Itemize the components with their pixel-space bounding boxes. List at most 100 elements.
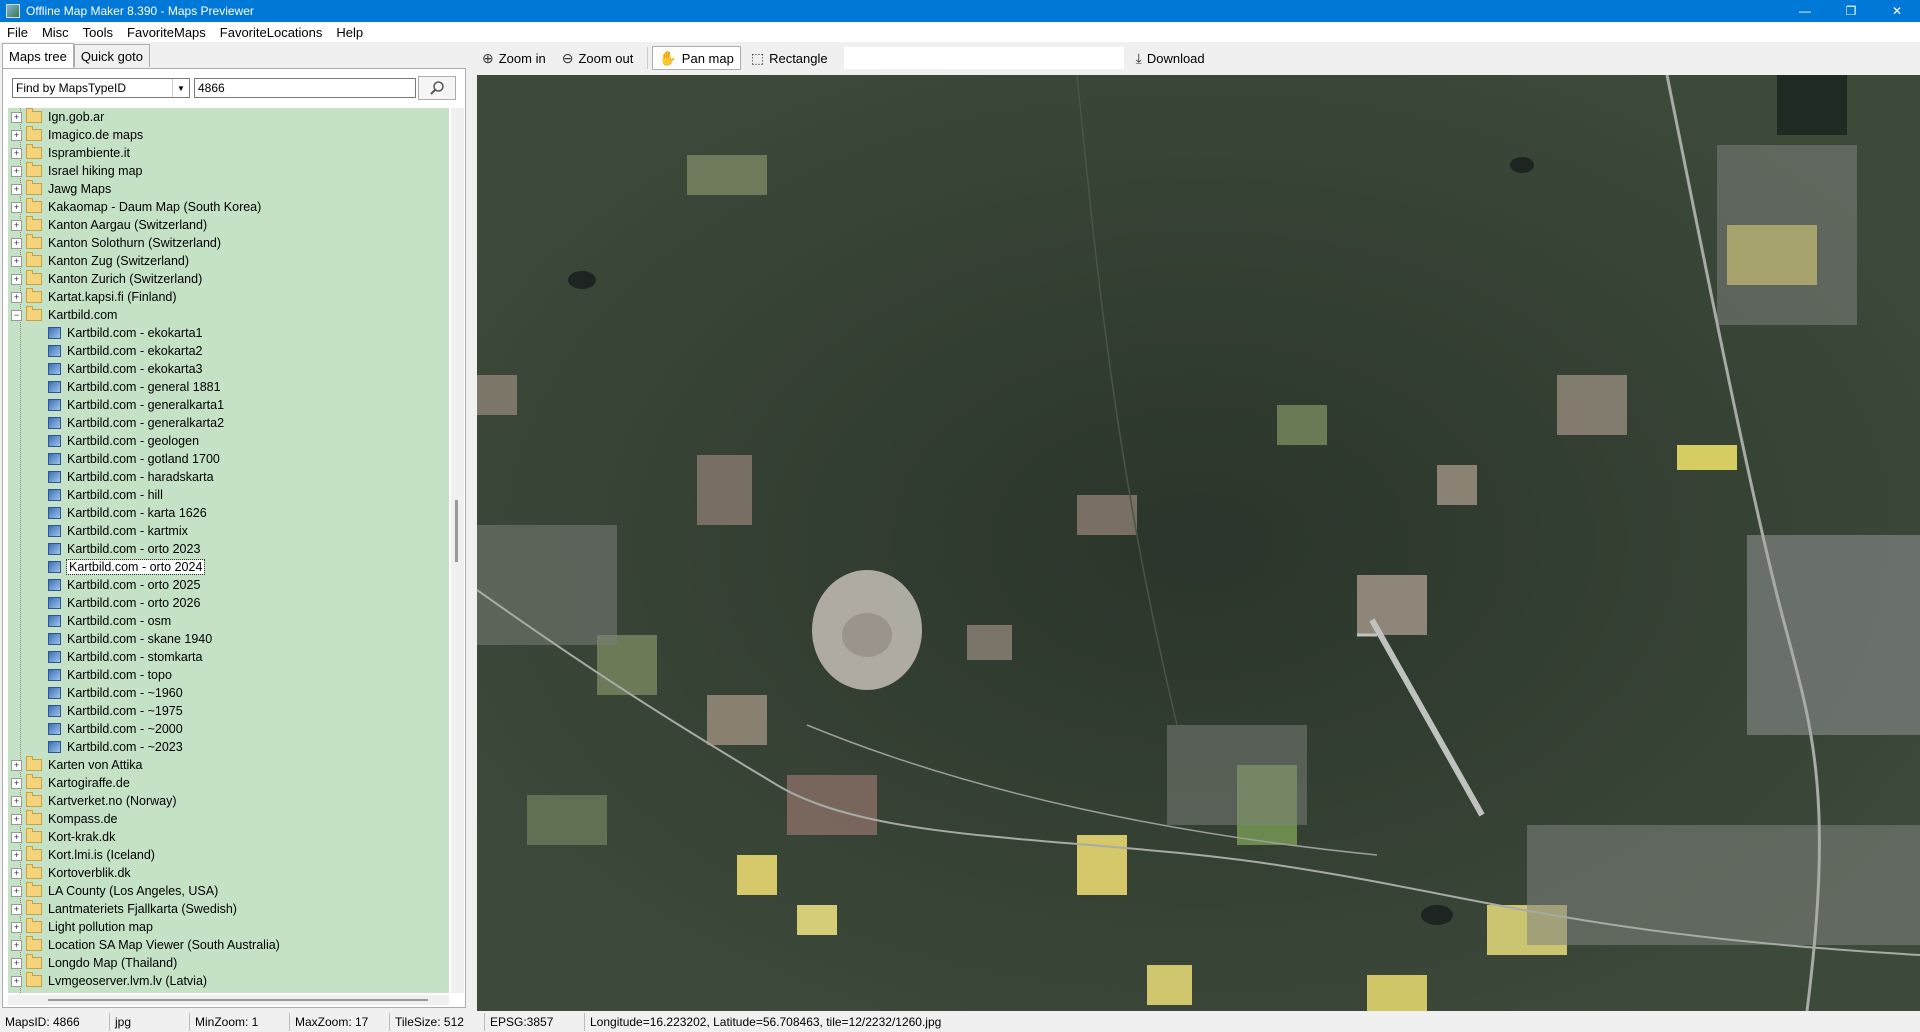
tree-map-item[interactable]: Kartbild.com - ~1960 [8, 684, 449, 702]
menu-favorite-maps[interactable]: FavoriteMaps [120, 25, 213, 40]
tree-map-item[interactable]: Kartbild.com - karta 1626 [8, 504, 449, 522]
tree-folder[interactable]: + Location SA Map Viewer (South Australia… [8, 936, 449, 954]
tree-map-item[interactable]: Kartbild.com - geologen [8, 432, 449, 450]
expand-icon[interactable]: + [11, 291, 22, 303]
search-button[interactable] [418, 76, 456, 100]
expand-icon[interactable]: + [11, 201, 22, 213]
chevron-down-icon[interactable]: ▼ [172, 79, 189, 97]
tree-map-item[interactable]: Kartbild.com - orto 2024 [8, 558, 449, 576]
expand-icon[interactable]: + [11, 237, 22, 249]
expand-icon[interactable]: + [11, 885, 22, 897]
menu-misc[interactable]: Misc [35, 25, 76, 40]
close-button[interactable]: ✕ [1874, 0, 1920, 22]
tree-folder[interactable]: + Kartat.kapsi.fi (Finland) [8, 288, 449, 306]
tree-folder[interactable]: + Kanton Zurich (Switzerland) [8, 270, 449, 288]
download-button[interactable]: ⤓ Download [1130, 46, 1211, 70]
tree-folder[interactable]: + Kakaomap - Daum Map (South Korea) [8, 198, 449, 216]
zoom-in-button[interactable]: ⊕ Zoom in [476, 46, 552, 70]
tree-folder[interactable]: + LA County (Los Angeles, USA) [8, 882, 449, 900]
expand-icon[interactable]: + [11, 219, 22, 231]
rectangle-button[interactable]: ⬚ Rectangle [745, 46, 834, 70]
tree-map-item[interactable]: Kartbild.com - ~2023 [8, 738, 449, 756]
maximize-button[interactable]: ❐ [1828, 0, 1874, 22]
pane-splitter[interactable] [470, 42, 476, 1012]
tree-folder[interactable]: + Imagico.de maps [8, 126, 449, 144]
tree-map-item[interactable]: Kartbild.com - skane 1940 [8, 630, 449, 648]
scrollbar-thumb[interactable] [455, 500, 458, 562]
tree-map-item[interactable]: Kartbild.com - generalkarta2 [8, 414, 449, 432]
expand-icon[interactable]: + [11, 111, 22, 123]
tree-folder[interactable]: + Israel hiking map [8, 162, 449, 180]
expand-icon[interactable]: + [11, 813, 22, 825]
expand-icon[interactable]: + [11, 867, 22, 879]
tree-map-item[interactable]: Kartbild.com - stomkarta [8, 648, 449, 666]
tree-map-item[interactable]: Kartbild.com - haradskarta [8, 468, 449, 486]
menu-file[interactable]: File [0, 25, 35, 40]
tab-maps-tree[interactable]: Maps tree [2, 43, 74, 68]
tree-folder[interactable]: + Isprambiente.it [8, 144, 449, 162]
tree-map-item[interactable]: Kartbild.com - ekokarta3 [8, 360, 449, 378]
tree-horizontal-scrollbar[interactable] [8, 995, 449, 1005]
map-view[interactable] [477, 75, 1920, 1011]
menu-help[interactable]: Help [329, 25, 370, 40]
expand-icon[interactable]: + [11, 147, 22, 159]
tree-map-item[interactable]: Kartbild.com - generalkarta1 [8, 396, 449, 414]
expand-icon[interactable]: + [11, 129, 22, 141]
tree-folder[interactable]: + Jawg Maps [8, 180, 449, 198]
tree-folder[interactable]: + Kartverket.no (Norway) [8, 792, 449, 810]
search-input[interactable]: 4866 [194, 78, 416, 98]
scrollbar-thumb[interactable] [48, 999, 428, 1001]
menu-favorite-locations[interactable]: FavoriteLocations [213, 25, 330, 40]
expand-icon[interactable]: + [11, 957, 22, 969]
expand-icon[interactable]: + [11, 849, 22, 861]
maps-tree[interactable]: + Ign.gob.ar + Imagico.de maps + Isprambiente… [8, 108, 449, 993]
pan-map-button[interactable]: ✋ Pan map [652, 46, 741, 70]
tree-folder[interactable]: + Kartogiraffe.de [8, 774, 449, 792]
tree-map-item[interactable]: Kartbild.com - orto 2026 [8, 594, 449, 612]
tree-folder[interactable]: + Kort-krak.dk [8, 828, 449, 846]
zoom-out-button[interactable]: ⊖ Zoom out [556, 46, 640, 70]
tree-map-item[interactable]: Kartbild.com - osm [8, 612, 449, 630]
tree-map-item[interactable]: Kartbild.com - gotland 1700 [8, 450, 449, 468]
tree-folder[interactable]: + Longdo Map (Thailand) [8, 954, 449, 972]
expand-icon[interactable]: + [11, 273, 22, 285]
tree-map-item[interactable]: Kartbild.com - ~2000 [8, 720, 449, 738]
expand-icon[interactable]: + [11, 903, 22, 915]
tree-folder[interactable]: + Lantmateriets Fjallkarta (Swedish) [8, 900, 449, 918]
tab-quick-goto[interactable]: Quick goto [73, 44, 150, 67]
tree-folder[interactable]: + Kompass.de [8, 810, 449, 828]
expand-icon[interactable]: + [11, 759, 22, 771]
find-mode-select[interactable]: Find by MapsTypeID ▼ [12, 78, 190, 98]
tree-folder[interactable]: + Karten von Attika [8, 756, 449, 774]
expand-icon[interactable]: + [11, 795, 22, 807]
minimize-button[interactable]: — [1782, 0, 1828, 22]
tree-folder[interactable]: + Kanton Aargau (Switzerland) [8, 216, 449, 234]
tree-map-item[interactable]: Kartbild.com - kartmix [8, 522, 449, 540]
expand-icon[interactable]: + [11, 183, 22, 195]
expand-icon[interactable]: + [11, 255, 22, 267]
tree-folder[interactable]: + Kanton Solothurn (Switzerland) [8, 234, 449, 252]
collapse-icon[interactable]: − [11, 309, 22, 321]
tree-folder[interactable]: − Kartbild.com [8, 306, 449, 324]
expand-icon[interactable]: + [11, 939, 22, 951]
tree-folder[interactable]: + Kortoverblik.dk [8, 864, 449, 882]
tree-folder[interactable]: + Lvmgeoserver.lvm.lv (Latvia) [8, 972, 449, 990]
expand-icon[interactable]: + [11, 921, 22, 933]
tree-map-item[interactable]: Kartbild.com - general 1881 [8, 378, 449, 396]
tree-vertical-scrollbar[interactable] [451, 108, 464, 993]
tree-map-item[interactable]: Kartbild.com - topo [8, 666, 449, 684]
menu-tools[interactable]: Tools [76, 25, 120, 40]
tree-map-item[interactable]: Kartbild.com - hill [8, 486, 449, 504]
tree-map-item[interactable]: Kartbild.com - ekokarta2 [8, 342, 449, 360]
tree-folder[interactable]: + Ign.gob.ar [8, 108, 449, 126]
expand-icon[interactable]: + [11, 777, 22, 789]
tree-map-item[interactable]: Kartbild.com - ekokarta1 [8, 324, 449, 342]
expand-icon[interactable]: + [11, 831, 22, 843]
tree-folder[interactable]: + Kanton Zug (Switzerland) [8, 252, 449, 270]
tree-map-item[interactable]: Kartbild.com - ~1975 [8, 702, 449, 720]
tree-map-item[interactable]: Kartbild.com - orto 2025 [8, 576, 449, 594]
tree-folder[interactable]: + Light pollution map [8, 918, 449, 936]
tree-map-item[interactable]: Kartbild.com - orto 2023 [8, 540, 449, 558]
expand-icon[interactable]: + [11, 975, 22, 987]
expand-icon[interactable]: + [11, 165, 22, 177]
